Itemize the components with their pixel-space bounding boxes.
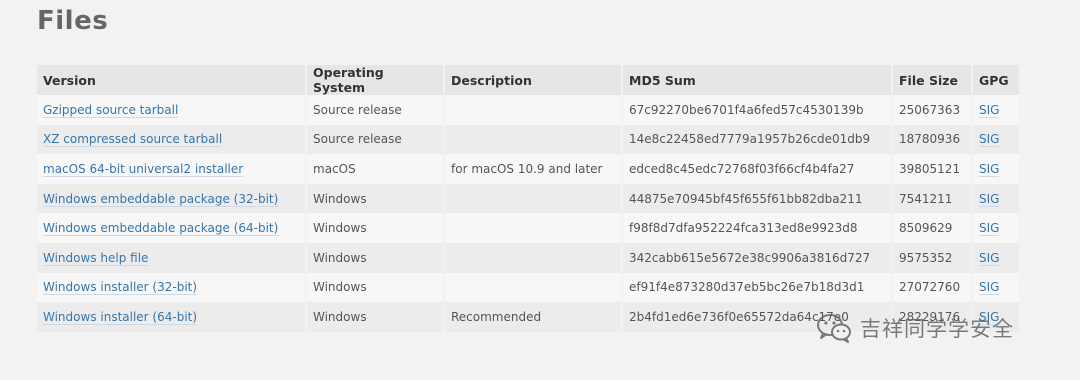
column-header-operating-system: Operating System [307, 65, 445, 95]
os-cell: Windows [307, 183, 445, 214]
sig-link[interactable]: SIG [979, 191, 1000, 207]
table-row: macOS 64-bit universal2 installer macOS … [37, 154, 1019, 184]
file-size-cell: 8509629 [893, 213, 973, 243]
md5-cell: edced8c45edc72768f03f66cf4b4fa27 [623, 154, 893, 184]
description-cell [445, 213, 623, 243]
download-link[interactable]: XZ compressed source tarball [43, 132, 223, 148]
column-header-version: Version [37, 65, 307, 95]
table-row: Windows embeddable package (32-bit) Wind… [37, 183, 1019, 214]
table-row: Windows installer (32-bit) Windows ef91f… [37, 272, 1019, 303]
sig-link[interactable]: SIG [979, 221, 1000, 237]
gpg-cell: SIG [973, 242, 1019, 273]
gpg-cell: SIG [973, 183, 1019, 214]
version-cell: Windows installer (32-bit) [37, 272, 307, 303]
md5-cell: 342cabb615e5672e38c9906a3816d727 [623, 242, 893, 273]
file-size-cell: 7541211 [893, 183, 973, 214]
os-cell: Source release [307, 95, 445, 125]
download-link[interactable]: Windows installer (32-bit) [43, 280, 198, 296]
download-link[interactable]: Windows embeddable package (32-bit) [43, 191, 279, 207]
os-cell: Windows [307, 272, 445, 303]
table-row: XZ compressed source tarball Source rele… [37, 124, 1019, 155]
page-title: Files [37, 6, 109, 36]
column-header-md5-sum: MD5 Sum [623, 65, 893, 95]
download-link[interactable]: macOS 64-bit universal2 installer [43, 161, 244, 177]
description-cell: for macOS 10.9 and later [445, 154, 623, 184]
gpg-cell: SIG [973, 95, 1019, 125]
description-cell [445, 272, 623, 303]
description-cell [445, 124, 623, 155]
file-size-cell: 39805121 [893, 154, 973, 184]
version-cell: Windows embeddable package (64-bit) [37, 213, 307, 243]
watermark-text: 吉祥同学学安全 [860, 317, 1014, 341]
column-header-gpg: GPG [973, 65, 1019, 95]
description-cell [445, 95, 623, 125]
wechat-icon [816, 312, 852, 344]
download-link[interactable]: Windows help file [43, 250, 149, 266]
file-size-cell: 25067363 [893, 95, 973, 125]
page: Files Version Operating System Descripti… [0, 0, 1080, 380]
download-link[interactable]: Windows embeddable package (64-bit) [43, 221, 279, 237]
description-cell [445, 183, 623, 214]
version-cell: XZ compressed source tarball [37, 124, 307, 155]
table-row: Gzipped source tarball Source release 67… [37, 95, 1019, 125]
version-cell: Gzipped source tarball [37, 95, 307, 125]
os-cell: Windows [307, 302, 445, 332]
file-size-cell: 27072760 [893, 272, 973, 303]
version-cell: Windows installer (64-bit) [37, 302, 307, 332]
os-cell: Windows [307, 242, 445, 273]
download-link[interactable]: Windows installer (64-bit) [43, 309, 198, 325]
column-header-file-size: File Size [893, 65, 973, 95]
sig-link[interactable]: SIG [979, 161, 1000, 177]
column-header-description: Description [445, 65, 623, 95]
version-cell: Windows help file [37, 242, 307, 273]
md5-cell: 44875e70945bf45f655f61bb82dba211 [623, 183, 893, 214]
sig-link[interactable]: SIG [979, 132, 1000, 148]
os-cell: macOS [307, 154, 445, 184]
file-size-cell: 18780936 [893, 124, 973, 155]
gpg-cell: SIG [973, 124, 1019, 155]
download-link[interactable]: Gzipped source tarball [43, 102, 179, 118]
gpg-cell: SIG [973, 154, 1019, 184]
gpg-cell: SIG [973, 272, 1019, 303]
table-header-row: Version Operating System Description MD5… [37, 65, 1019, 95]
version-cell: Windows embeddable package (32-bit) [37, 183, 307, 214]
md5-cell: f98f8d7dfa952224fca313ed8e9923d8 [623, 213, 893, 243]
md5-cell: ef91f4e873280d37eb5bc26e7b18d3d1 [623, 272, 893, 303]
md5-cell: 67c92270be6701f4a6fed57c4530139b [623, 95, 893, 125]
gpg-cell: SIG [973, 213, 1019, 243]
file-size-cell: 9575352 [893, 242, 973, 273]
os-cell: Windows [307, 213, 445, 243]
sig-link[interactable]: SIG [979, 250, 1000, 266]
sig-link[interactable]: SIG [979, 280, 1000, 296]
description-cell: Recommended [445, 302, 623, 332]
files-table: Version Operating System Description MD5… [37, 65, 1019, 332]
table-row: Windows help file Windows 342cabb615e567… [37, 242, 1019, 273]
watermark: 吉祥同学学安全 [816, 312, 1014, 344]
description-cell [445, 242, 623, 273]
version-cell: macOS 64-bit universal2 installer [37, 154, 307, 184]
os-cell: Source release [307, 124, 445, 155]
md5-cell: 14e8c22458ed7779a1957b26cde01db9 [623, 124, 893, 155]
sig-link[interactable]: SIG [979, 102, 1000, 118]
table-row: Windows embeddable package (64-bit) Wind… [37, 213, 1019, 243]
